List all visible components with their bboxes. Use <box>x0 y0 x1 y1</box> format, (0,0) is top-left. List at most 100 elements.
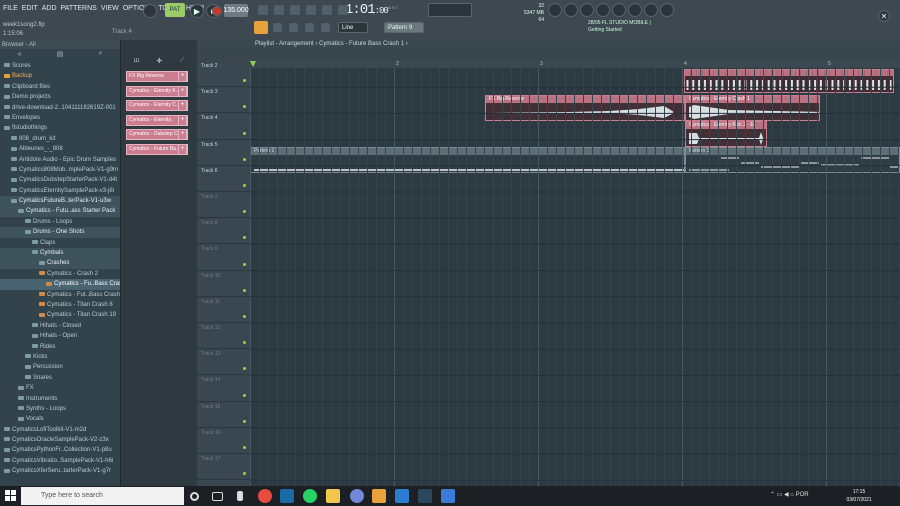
track-header[interactable]: Track 6 <box>197 166 250 192</box>
menu-file[interactable]: FILE <box>3 5 18 12</box>
browser-item[interactable]: Claps <box>0 238 120 248</box>
track-mute-led[interactable] <box>243 79 246 83</box>
track-header[interactable]: Track 16 <box>197 428 250 454</box>
track-mute-led[interactable] <box>243 314 246 318</box>
channel-add-icon[interactable]: + <box>178 114 187 126</box>
playhead-marker[interactable] <box>250 61 256 67</box>
track-header[interactable]: Track 4 <box>197 113 250 140</box>
arrangement-grid[interactable]: FX Big Reverse Cymatics - Eternity Crash … <box>250 61 900 486</box>
browser-item[interactable]: Percussion <box>0 362 120 372</box>
channel-add-icon[interactable]: + <box>178 144 187 155</box>
browser-item[interactable]: Cymatics - Futu..ass Starter Pack <box>0 206 120 217</box>
track-mute-led[interactable] <box>243 393 246 397</box>
channel-add-icon[interactable]: + <box>178 129 187 141</box>
pattern-icon[interactable] <box>306 5 316 15</box>
timeline-ruler[interactable]: 12345 <box>250 61 900 68</box>
track-header[interactable]: Track 3 <box>197 87 250 114</box>
track-header[interactable]: Track 7 <box>197 192 250 219</box>
cut-icon[interactable] <box>580 3 594 17</box>
browser-item[interactable]: Instruments <box>0 394 120 404</box>
browser-item[interactable]: CymaticsLofiToolkit-V1-m2d <box>0 425 120 435</box>
browser-search-icon[interactable]: ⌕ <box>98 50 102 58</box>
menu-add[interactable]: ADD <box>42 5 57 12</box>
browser-item[interactable]: CymaticsEternitySamplePack-v3-j8i <box>0 186 120 196</box>
playlist-view-icon[interactable] <box>258 5 268 15</box>
fl-studio-icon[interactable] <box>372 489 386 503</box>
track-header[interactable]: Track 15 <box>197 402 250 428</box>
browser-item[interactable]: Scores <box>0 61 120 71</box>
browser-item[interactable]: Demo projects <box>0 92 120 102</box>
tempo-display[interactable]: 135.000 <box>223 4 249 17</box>
browser-item[interactable]: flstudiothings <box>0 123 120 133</box>
pin-icon[interactable] <box>237 491 243 501</box>
browser-item[interactable]: Hihats - Closed <box>0 321 120 331</box>
browser-item[interactable]: CymaticsVibratio..SamplePack-V1-h6i <box>0 456 120 466</box>
track-mute-led[interactable] <box>243 472 246 476</box>
track-header[interactable]: Track 11 <box>197 297 250 323</box>
browser-item[interactable]: CymaticsFutureB..terPack-V1-u3w <box>0 196 120 207</box>
steam-app-icon[interactable] <box>418 489 432 503</box>
master-volume-meter[interactable] <box>428 3 472 17</box>
browser-item[interactable]: Cymbals <box>0 248 120 259</box>
track-header[interactable]: Track 9 <box>197 244 250 271</box>
track-header[interactable]: Track 14 <box>197 375 250 402</box>
chrome-icon[interactable] <box>258 489 272 503</box>
discord-icon[interactable] <box>350 489 364 503</box>
piano-roll-icon[interactable] <box>644 3 658 17</box>
paint-icon[interactable] <box>289 23 298 32</box>
browser-item[interactable]: Cymatics - Crash 2 <box>0 269 120 279</box>
play-icon[interactable]: ▶ <box>190 4 204 18</box>
channel-add-icon[interactable]: + <box>178 85 187 97</box>
tray-icons[interactable]: ⌃ ▭ ◀ ⌂ <box>770 492 796 498</box>
browser-item[interactable]: Cymatics808Mob..mplePack-V1-g9m <box>0 165 120 175</box>
taskbar-search-input[interactable]: Type here to search <box>21 487 184 505</box>
plugin-icon[interactable] <box>596 3 610 17</box>
browser-item[interactable]: Snares <box>0 373 120 383</box>
browser-item[interactable]: CymaticsXferSeru..tarterPack-V1-g7r <box>0 466 120 476</box>
pat-song-button[interactable]: PAT <box>165 3 185 17</box>
track-header[interactable]: Track 5 <box>197 140 250 166</box>
browser-item[interactable]: Kicks <box>0 352 120 362</box>
track-mute-led[interactable] <box>243 236 246 240</box>
track-header[interactable]: Track 8 <box>197 218 250 245</box>
browser-item[interactable]: FX <box>0 383 120 393</box>
mixer-icon[interactable] <box>612 3 626 17</box>
track-header[interactable]: Track 2 <box>197 61 250 88</box>
browser-item[interactable]: drive-download-2..104111182619Z-001 <box>0 103 120 113</box>
step-icon[interactable] <box>274 5 284 15</box>
graph-icon[interactable]: ш <box>134 57 140 67</box>
menu-patterns[interactable]: PATTERNS <box>61 5 97 12</box>
record-icon[interactable] <box>212 6 222 16</box>
mixer-view-icon[interactable] <box>322 5 332 15</box>
undo-icon[interactable] <box>290 5 300 15</box>
track-mute-led[interactable] <box>243 445 246 449</box>
track-header[interactable]: Track 17 <box>197 454 250 481</box>
browser-item[interactable]: Cymatics - Titan Crash 19 <box>0 310 120 320</box>
pattern-select[interactable]: Pattern 9 <box>384 22 424 33</box>
snap-select[interactable]: Line <box>338 22 368 33</box>
task-view-icon[interactable] <box>212 492 223 501</box>
brush-icon[interactable]: ⟋ <box>179 57 184 67</box>
plugins-icon[interactable] <box>338 5 348 15</box>
track-header[interactable]: Track 13 <box>197 349 250 376</box>
browser-item[interactable]: Drums - Loops <box>0 217 120 227</box>
track-mute-led[interactable] <box>243 341 246 345</box>
browser-item[interactable]: Vocals <box>0 414 120 424</box>
browser-item[interactable]: Envelopes <box>0 113 120 123</box>
track-mute-led[interactable] <box>243 105 246 109</box>
track-mute-led[interactable] <box>243 262 246 266</box>
track-mute-led[interactable] <box>243 183 246 187</box>
app-icon[interactable] <box>441 489 455 503</box>
whatsapp-icon[interactable] <box>303 489 317 503</box>
channel-rack-icon[interactable] <box>628 3 642 17</box>
mute-icon[interactable] <box>321 23 330 32</box>
windows-start-icon[interactable] <box>5 490 16 501</box>
channel-add-icon[interactable]: + <box>178 100 187 112</box>
system-tray[interactable]: ⌃ ▭ ◀ ⌂ POR <box>770 491 809 498</box>
browser-item[interactable]: Cymatics - Titan Crash 8 <box>0 300 120 310</box>
browser-item[interactable]: CymaticsDubstepStarterPack-V1-d4t <box>0 175 120 185</box>
steam-icon[interactable] <box>280 489 294 503</box>
browser-item[interactable]: Synths - Loops <box>0 404 120 414</box>
browser-item[interactable]: Backup <box>0 71 120 81</box>
browser-item[interactable]: CymaticsPythonFr..Collection-V1-p8u <box>0 445 120 455</box>
